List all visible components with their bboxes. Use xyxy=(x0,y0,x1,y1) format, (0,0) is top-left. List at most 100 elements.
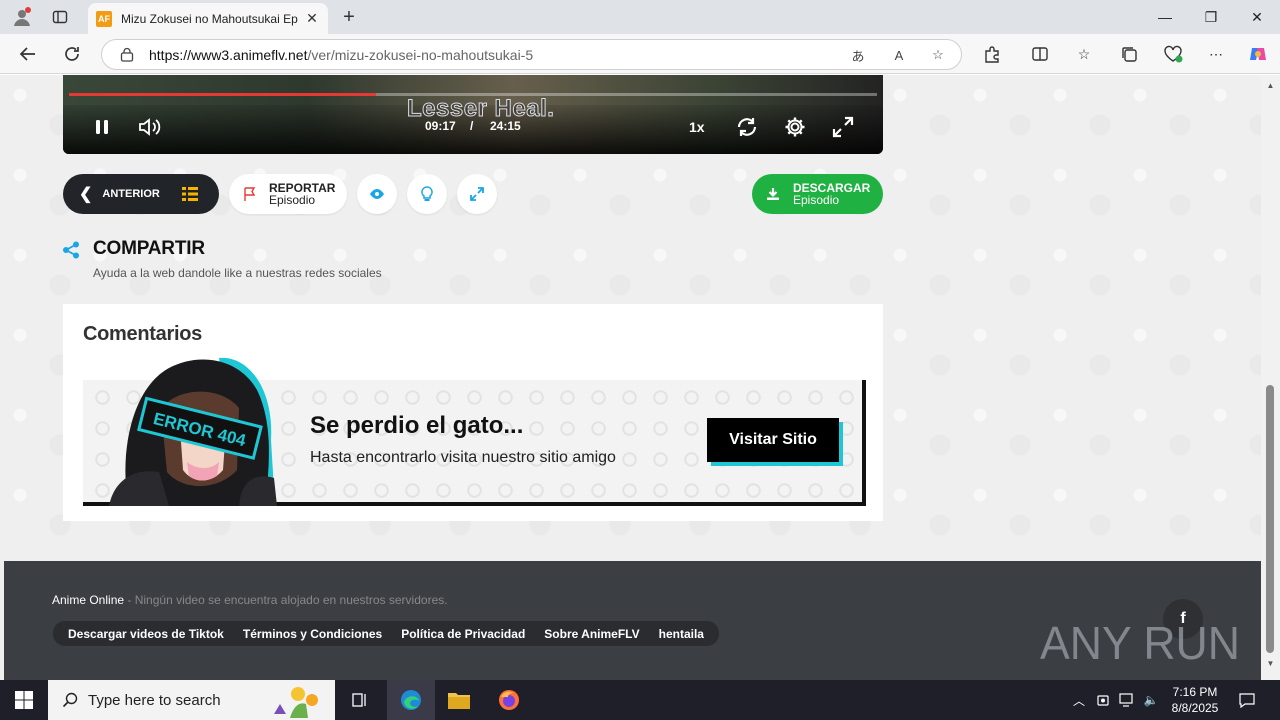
footer-link-privacy[interactable]: Política de Privacidad xyxy=(401,627,525,641)
flag-icon xyxy=(244,187,256,201)
settings-gear-icon[interactable] xyxy=(782,115,808,139)
search-highlight-flowers-icon xyxy=(274,687,318,718)
refresh-button[interactable] xyxy=(57,39,87,69)
more-menu-icon[interactable]: ⋯ xyxy=(1204,43,1228,65)
task-view-icon[interactable] xyxy=(336,680,384,720)
footer-disclaimer: - Ningún video se encuentra alojado en n… xyxy=(124,593,448,607)
error-404-mascot-illustration: ERROR 404 xyxy=(109,357,277,506)
clock-date: 8/8/2025 xyxy=(1171,701,1219,715)
previous-label: ANTERIOR xyxy=(102,188,160,200)
time-separator: / xyxy=(470,119,474,133)
firefox-icon[interactable] xyxy=(485,680,533,720)
favorites-icon[interactable]: ☆ xyxy=(1072,43,1096,65)
scroll-down-arrow-icon[interactable]: ▼ xyxy=(1265,659,1276,669)
chevron-left-icon: ❮ xyxy=(79,186,93,203)
close-window-icon[interactable]: ✕ xyxy=(1234,0,1280,34)
search-placeholder: Type here to search xyxy=(88,691,221,709)
anyrun-watermark-logo: ANY RUN xyxy=(1040,617,1240,669)
lock-icon[interactable] xyxy=(120,47,134,62)
previous-episode-button[interactable]: ❮ ANTERIOR xyxy=(63,174,173,214)
url-host: https://www3.animeflv.net xyxy=(149,47,308,63)
url-field[interactable]: https://www3.animeflv.net/ver/mizu-zokus… xyxy=(101,39,962,70)
footer-link-terms[interactable]: Términos y Condiciones xyxy=(243,627,382,641)
browser-essentials-icon[interactable] xyxy=(1161,43,1185,65)
download-icon xyxy=(767,188,779,200)
volume-tray-icon[interactable]: 🔈 xyxy=(1142,691,1160,709)
report-sublabel: Episodio xyxy=(269,192,316,207)
current-time: 09:17 xyxy=(425,119,456,133)
network-icon[interactable] xyxy=(1118,691,1136,709)
episode-list-icon[interactable] xyxy=(181,185,199,203)
close-tab-icon[interactable]: ✕ xyxy=(304,10,320,27)
url-path: /ver/mizu-zokusei-no-mahoutsukai-5 xyxy=(307,47,534,63)
extensions-icon[interactable] xyxy=(980,43,1004,65)
tray-security-icon[interactable] xyxy=(1094,691,1112,709)
footer-brand[interactable]: Anime Online xyxy=(52,593,124,607)
tab-actions-icon[interactable] xyxy=(46,4,74,30)
read-aloud-icon[interactable]: A xyxy=(889,45,909,65)
browser-tab-bar: AF Mizu Zokusei no Mahoutsukai Ep ✕ + — … xyxy=(0,0,1280,34)
fullscreen-icon[interactable] xyxy=(830,115,856,139)
start-button[interactable] xyxy=(0,680,48,720)
footer-link-hentaila[interactable]: hentaila xyxy=(659,627,704,641)
report-label: REPORTAR xyxy=(269,180,336,195)
watermark-text: ANY RUN xyxy=(1040,617,1240,669)
new-tab-button[interactable]: + xyxy=(336,4,362,30)
collections-icon[interactable] xyxy=(1117,43,1141,65)
back-button[interactable] xyxy=(13,39,43,69)
page-scrollbar[interactable]: ▲ ▼ xyxy=(1261,75,1280,680)
translate-icon[interactable]: あ xyxy=(848,45,868,65)
tray-chevron-up-icon[interactable]: ︿ xyxy=(1070,691,1088,709)
playback-speed-button[interactable]: 1x xyxy=(689,119,705,135)
duration: 24:15 xyxy=(490,119,521,133)
download-sublabel: Episodio xyxy=(793,192,840,207)
lightbulb-icon xyxy=(421,186,433,201)
download-label: DESCARGAR xyxy=(793,180,871,195)
comments-title: Comentarios xyxy=(83,323,202,345)
download-episode-button[interactable]: DESCARGAR Episodio xyxy=(752,174,883,214)
banner-title: Se perdio el gato... xyxy=(310,412,524,439)
taskbar-search-box[interactable]: Type here to search xyxy=(48,680,335,720)
favorite-star-icon[interactable]: ☆ xyxy=(928,45,948,65)
clock-time: 7:16 PM xyxy=(1172,685,1218,699)
windows-taskbar: Type here to search ︿ 🔈 7:16 PM 8/8/2025 xyxy=(0,680,1280,720)
watched-eye-button[interactable] xyxy=(357,174,397,214)
episode-nav-group: ❮ ANTERIOR xyxy=(63,174,219,214)
footer-link-about[interactable]: Sobre AnimeFLV xyxy=(544,627,639,641)
pause-icon[interactable] xyxy=(89,115,115,139)
page-content: Lesser Heal. 09:17 / 24:15 1x ❮ ANTERIOR xyxy=(0,75,1261,680)
scroll-up-arrow-icon[interactable]: ▲ xyxy=(1265,81,1276,91)
site-footer: Anime Online - Ningún video se encuentra… xyxy=(4,561,1261,680)
footer-notice: Anime Online - Ningún video se encuentra… xyxy=(52,593,448,607)
footer-links: Descargar videos de Tiktok Términos y Co… xyxy=(53,621,719,646)
lights-off-button[interactable] xyxy=(407,174,447,214)
copilot-icon[interactable] xyxy=(1246,43,1270,65)
split-screen-icon[interactable] xyxy=(1028,43,1052,65)
animeflv-favicon-icon: AF xyxy=(96,10,112,27)
share-icon xyxy=(63,241,79,259)
expand-player-button[interactable] xyxy=(457,174,497,214)
loop-icon[interactable] xyxy=(734,115,760,139)
share-title: COMPARTIR xyxy=(93,238,205,259)
scrollbar-thumb[interactable] xyxy=(1266,385,1274,653)
minimize-icon[interactable]: — xyxy=(1142,0,1188,34)
active-tab[interactable]: AF Mizu Zokusei no Mahoutsukai Ep ✕ xyxy=(88,3,328,34)
banner-subtitle: Hasta encontrarlo visita nuestro sitio a… xyxy=(310,449,616,466)
profile-icon[interactable] xyxy=(8,4,36,30)
edge-taskbar-icon[interactable] xyxy=(387,680,435,720)
file-explorer-icon[interactable] xyxy=(435,680,483,720)
comments-card: Comentarios Se perdio el gato... Hasta e… xyxy=(63,304,883,521)
video-player[interactable]: Lesser Heal. 09:17 / 24:15 1x xyxy=(63,75,883,154)
footer-link-tiktok[interactable]: Descargar videos de Tiktok xyxy=(68,627,224,641)
progress-bar-fill xyxy=(69,93,377,96)
volume-icon[interactable] xyxy=(137,115,163,139)
visit-site-button[interactable]: Visitar Sitio xyxy=(707,418,839,462)
notifications-icon[interactable] xyxy=(1238,691,1256,709)
address-bar-row: https://www3.animeflv.net/ver/mizu-zokus… xyxy=(0,34,1280,74)
report-episode-button[interactable]: REPORTAR Episodio xyxy=(229,174,347,214)
expand-arrows-icon xyxy=(470,187,484,201)
restore-icon[interactable]: ❐ xyxy=(1188,0,1234,34)
eye-icon xyxy=(370,189,384,199)
search-icon xyxy=(62,692,78,708)
taskbar-clock[interactable]: 7:16 PM 8/8/2025 xyxy=(1163,684,1227,716)
